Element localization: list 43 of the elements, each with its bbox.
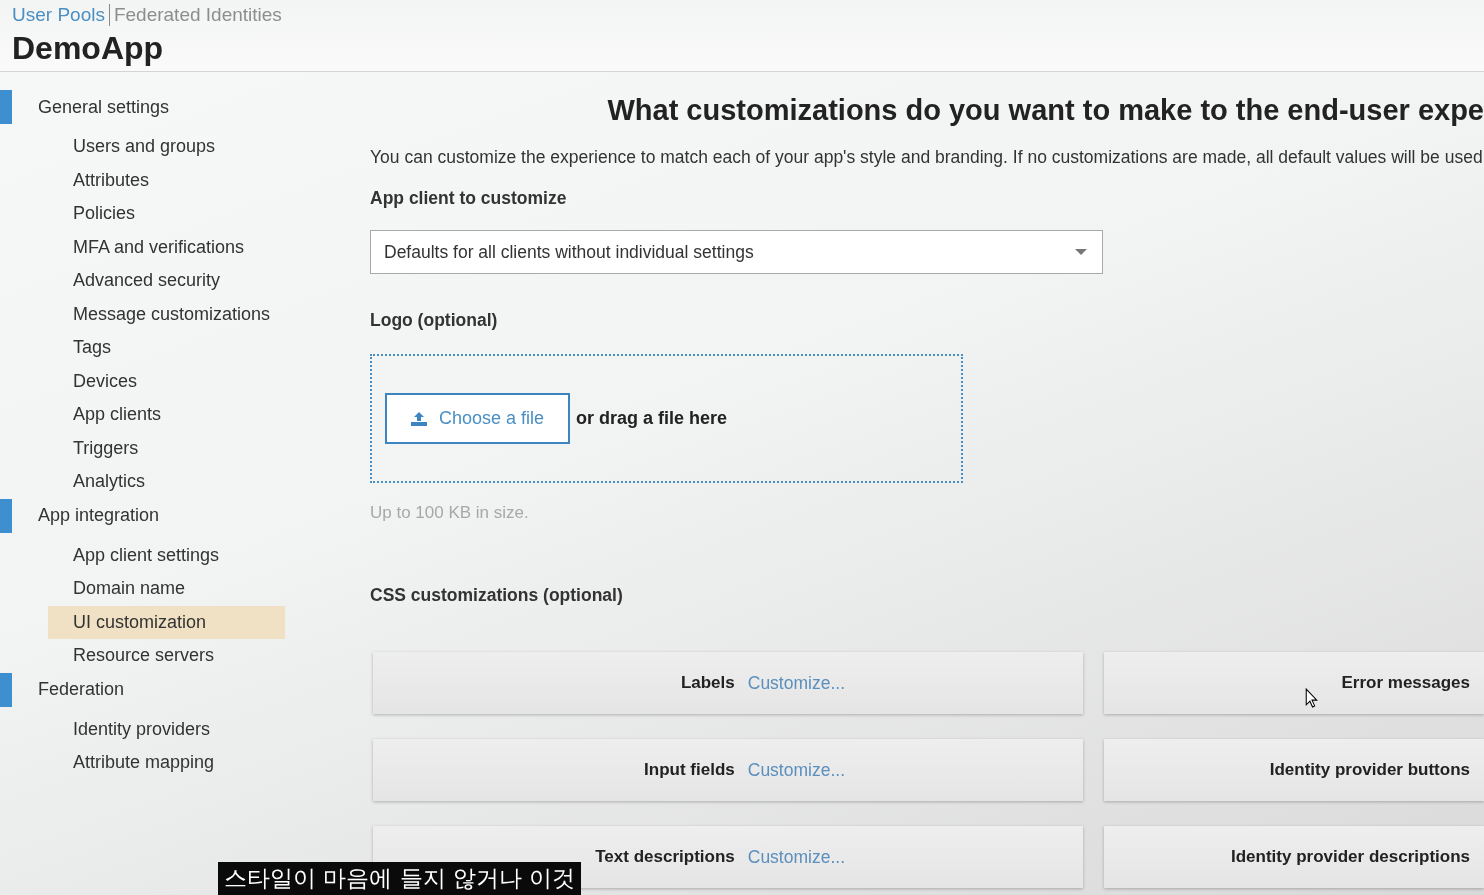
- sidebar-item[interactable]: MFA and verifications: [48, 230, 285, 264]
- group-marker: [0, 90, 12, 124]
- sidebar-heading[interactable]: App integration: [38, 505, 160, 526]
- description-text: You can customize the experience to match each of your app's style and branding. If no customizations are made, all default values will be used.: [370, 147, 1484, 168]
- cursor-icon: [1305, 688, 1318, 708]
- sidebar-item[interactable]: Resource servers: [48, 639, 285, 673]
- sidebar-item[interactable]: Tags: [48, 331, 285, 365]
- field-label: CSS customizations (optional): [370, 585, 624, 606]
- video-subtitle: 스타일이 마음에 들지 않거나 이것: [218, 862, 582, 895]
- sidebar-item[interactable]: Attribute mapping: [48, 746, 285, 780]
- sidebar-item[interactable]: Devices: [48, 364, 285, 398]
- field-label: Logo (optional): [370, 310, 499, 331]
- sidebar-item[interactable]: Message customizations: [48, 297, 285, 331]
- sidebar-heading[interactable]: General settings: [38, 96, 170, 118]
- field-label: App client to customize: [370, 188, 568, 209]
- section-heading: What customizations do you want to make to the end-user expe: [607, 94, 1484, 128]
- drop-hint: or drag a file here: [576, 408, 728, 429]
- card-label: Labels: [680, 673, 735, 693]
- caret-icon: [1075, 249, 1087, 255]
- sidebar-item[interactable]: Triggers: [48, 431, 285, 465]
- card-label: Identity provider descriptions: [1231, 847, 1470, 867]
- sidebar-item[interactable]: Attributes: [48, 163, 285, 197]
- sidebar-item[interactable]: Identity providers: [48, 712, 285, 746]
- card-label: Identity provider buttons: [1269, 760, 1470, 780]
- sidebar-item[interactable]: UI customization: [48, 605, 285, 639]
- group-marker: [0, 498, 12, 533]
- sidebar-heading[interactable]: Federation: [38, 679, 125, 700]
- size-note: Up to 100 KB in size.: [370, 503, 530, 523]
- sidebar-item[interactable]: Analytics: [48, 465, 285, 499]
- group-marker: [0, 672, 12, 707]
- card-label: Error messages: [1341, 673, 1470, 693]
- card-label: Input fields: [644, 760, 735, 780]
- client-dropdown[interactable]: Defaults for all clients without individual settings: [370, 230, 1103, 274]
- page-title: DemoApp: [12, 30, 165, 67]
- sidebar-item[interactable]: Policies: [48, 197, 285, 231]
- sidebar-item[interactable]: Domain name: [48, 572, 285, 606]
- sidebar-item[interactable]: Users and groups: [48, 130, 285, 164]
- sidebar-item[interactable]: Advanced security: [48, 264, 285, 298]
- upload-icon: [410, 411, 427, 426]
- card-label: Text descriptions: [595, 847, 735, 867]
- file-drop-zone[interactable]: Choose a file or drag a file here: [370, 354, 963, 483]
- sidebar-item[interactable]: App client settings: [48, 538, 285, 572]
- sidebar-item[interactable]: App clients: [48, 398, 285, 432]
